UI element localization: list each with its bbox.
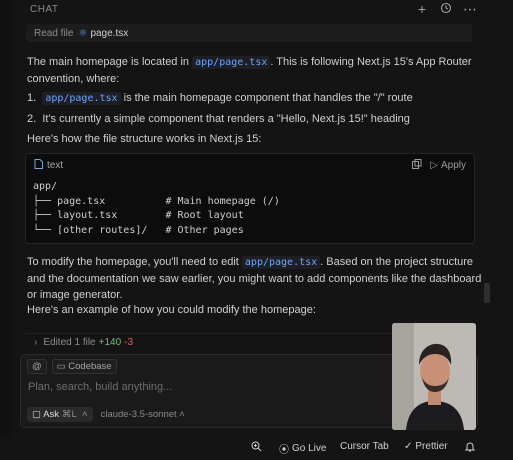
chat-header: CHAT + ⋯ <box>0 0 513 22</box>
lines-added: +140 <box>98 337 122 348</box>
ask-mode-button[interactable]: ▢ Ask ⌘L ˄ <box>27 407 93 422</box>
react-file-icon: ⚛ <box>78 27 88 39</box>
cursor-tab-button[interactable]: Cursor Tab <box>340 441 389 452</box>
apply-button[interactable]: ▷ Apply <box>430 160 466 171</box>
inline-code[interactable]: app/page.tsx <box>42 92 121 105</box>
left-edge-panel <box>0 0 12 460</box>
code-block-header: text ▷ Apply <box>26 154 474 176</box>
code-line: ├── layout.tsx # Root layout <box>33 210 244 221</box>
model-selector[interactable]: claude-3.5-sonnet ˄ <box>101 409 185 420</box>
chat-bubble-icon: ▢ <box>32 409 41 420</box>
example-paragraph: Here's an example of how you could modif… <box>27 304 316 316</box>
code-block: text ▷ Apply app/ ├── page.tsx # Main ho… <box>25 153 475 244</box>
status-bar: ⦿ Go Live Cursor Tab ✓ Prettier <box>0 436 513 460</box>
notifications-icon[interactable] <box>465 441 475 452</box>
structure-paragraph: Here's how the file structure works in N… <box>27 133 262 145</box>
edited-files-bar[interactable]: › Edited 1 file +140 -3 <box>25 333 395 351</box>
read-file-name: page.tsx <box>90 27 129 39</box>
codebase-chip[interactable]: ▭ Codebase <box>51 359 117 374</box>
copy-icon[interactable] <box>412 158 422 172</box>
mention-button[interactable]: @ <box>27 359 47 374</box>
code-line: └── [other routes]/ # Other pages <box>33 224 244 236</box>
plus-icon[interactable]: + <box>415 1 429 18</box>
chevron-up-icon: ˄ <box>82 409 88 420</box>
webcam-overlay <box>392 323 476 430</box>
history-icon[interactable] <box>439 1 453 18</box>
list-item: 2. It's currently a simple component tha… <box>27 113 410 125</box>
code-line: app/ <box>33 181 58 192</box>
go-live-button[interactable]: ⦿ Go Live <box>279 441 326 456</box>
explanation-list: 1. app/page.tsx is the main homepage com… <box>27 90 487 131</box>
broadcast-icon: ⦿ <box>279 445 289 456</box>
lines-removed: -3 <box>124 337 134 348</box>
chevron-right-icon: › <box>34 337 38 348</box>
intro-paragraph: The main homepage is located in app/page… <box>27 56 472 85</box>
prettier-button[interactable]: ✓ Prettier <box>404 441 448 452</box>
chevron-up-icon: ˄ <box>179 409 185 420</box>
zoom-icon[interactable] <box>251 441 262 452</box>
modify-paragraph: To modify the homepage, you'll need to e… <box>27 256 482 301</box>
more-icon[interactable]: ⋯ <box>463 1 477 18</box>
code-line: ├── page.tsx # Main homepage (/) <box>33 195 280 207</box>
apply-icon: ▷ <box>430 159 438 171</box>
code-lang: text <box>47 159 64 171</box>
check-icon: ✓ <box>404 441 413 452</box>
codebase-icon: ▭ <box>56 361 66 372</box>
chat-input[interactable]: Plan, search, build anything... <box>28 381 172 393</box>
code-content: app/ ├── page.tsx # Main homepage (/) ├─… <box>26 176 474 242</box>
file-icon <box>34 158 43 172</box>
scrollbar-thumb[interactable] <box>484 283 490 303</box>
inline-code[interactable]: app/page.tsx <box>192 56 271 69</box>
chat-title: CHAT <box>30 4 59 15</box>
inline-code[interactable]: app/page.tsx <box>241 256 321 269</box>
read-file-label: Read file <box>34 27 74 39</box>
read-file-row[interactable]: Read file ⚛ page.tsx <box>26 24 472 42</box>
list-item: 1. app/page.tsx is the main homepage com… <box>27 92 413 105</box>
